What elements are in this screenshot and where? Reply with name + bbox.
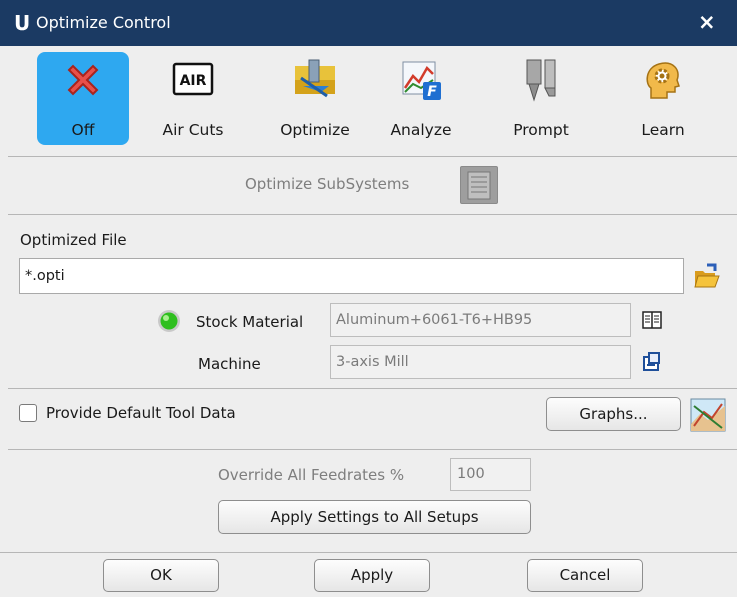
default-tool-checkbox[interactable] [19, 404, 37, 422]
green-status-light-icon [158, 310, 180, 332]
divider [0, 552, 737, 553]
optimized-file-value: *.opti [25, 268, 65, 284]
svg-text:AIR: AIR [180, 73, 207, 89]
divider [8, 156, 737, 157]
machine-config-icon[interactable] [641, 351, 663, 373]
learn-head-gear-icon [646, 62, 680, 99]
tool-analyze-button[interactable]: F Analyze [375, 52, 467, 145]
book-icon[interactable] [641, 309, 663, 331]
apply-button-label: Apply [350, 566, 394, 584]
svg-text:F: F [427, 84, 437, 100]
open-folder-icon[interactable] [693, 263, 721, 291]
app-logo-icon: U [14, 11, 31, 35]
red-x-icon [67, 64, 99, 96]
tool-air-cuts-label: Air Cuts [162, 121, 224, 139]
air-icon: AIR [172, 62, 214, 96]
list-document-icon[interactable] [460, 166, 498, 204]
divider [8, 388, 737, 389]
subsystems-label: Optimize SubSystems [245, 175, 410, 193]
tool-analyze-label: Analyze [390, 121, 452, 139]
optimized-file-input[interactable]: *.opti [19, 258, 684, 294]
apply-all-setups-label: Apply Settings to All Setups [270, 508, 479, 526]
window-title: Optimize Control [36, 13, 171, 32]
default-tool-label: Provide Default Tool Data [46, 404, 236, 422]
machine-value: 3-axis Mill [336, 354, 409, 370]
stock-material-value: Aluminum+6061-T6+HB95 [336, 312, 533, 328]
divider [8, 214, 737, 215]
tool-optimize-label: Optimize [280, 121, 350, 139]
tool-learn-button[interactable]: Learn [617, 52, 709, 145]
tool-learn-label: Learn [641, 121, 685, 139]
tool-off-label: Off [71, 121, 95, 139]
apply-button[interactable]: Apply [314, 559, 430, 592]
override-feedrates-value: 100 [457, 466, 485, 482]
override-feedrates-label: Override All Feedrates % [218, 466, 405, 484]
tool-prompt-label: Prompt [513, 121, 569, 139]
stock-material-field[interactable]: Aluminum+6061-T6+HB95 [330, 303, 631, 337]
graph-image-icon[interactable] [690, 398, 726, 432]
divider [8, 449, 737, 450]
analyze-chart-icon: F [402, 61, 441, 100]
tool-optimize-button[interactable]: Optimize [269, 52, 361, 145]
tool-prompt-button[interactable]: Prompt [495, 52, 587, 145]
graphs-button-label: Graphs... [579, 405, 648, 423]
stock-material-label: Stock Material [196, 313, 304, 331]
tool-off-button[interactable]: Off [37, 52, 129, 145]
optimize-tool-icon [295, 59, 335, 98]
ok-button-label: OK [150, 566, 172, 584]
close-button[interactable]: × [698, 10, 716, 34]
override-feedrates-input[interactable]: 100 [450, 458, 531, 491]
ok-button[interactable]: OK [103, 559, 219, 592]
graphs-button[interactable]: Graphs... [546, 397, 681, 431]
prompt-tool-icon [526, 59, 556, 102]
optimized-file-label: Optimized File [20, 231, 127, 249]
machine-field[interactable]: 3-axis Mill [330, 345, 631, 379]
apply-all-setups-button[interactable]: Apply Settings to All Setups [218, 500, 531, 534]
tool-air-cuts-button[interactable]: AIR Air Cuts [147, 52, 239, 145]
title-bar: U Optimize Control × [0, 0, 737, 46]
cancel-button[interactable]: Cancel [527, 559, 643, 592]
machine-label: Machine [198, 355, 261, 373]
cancel-button-label: Cancel [559, 566, 611, 584]
